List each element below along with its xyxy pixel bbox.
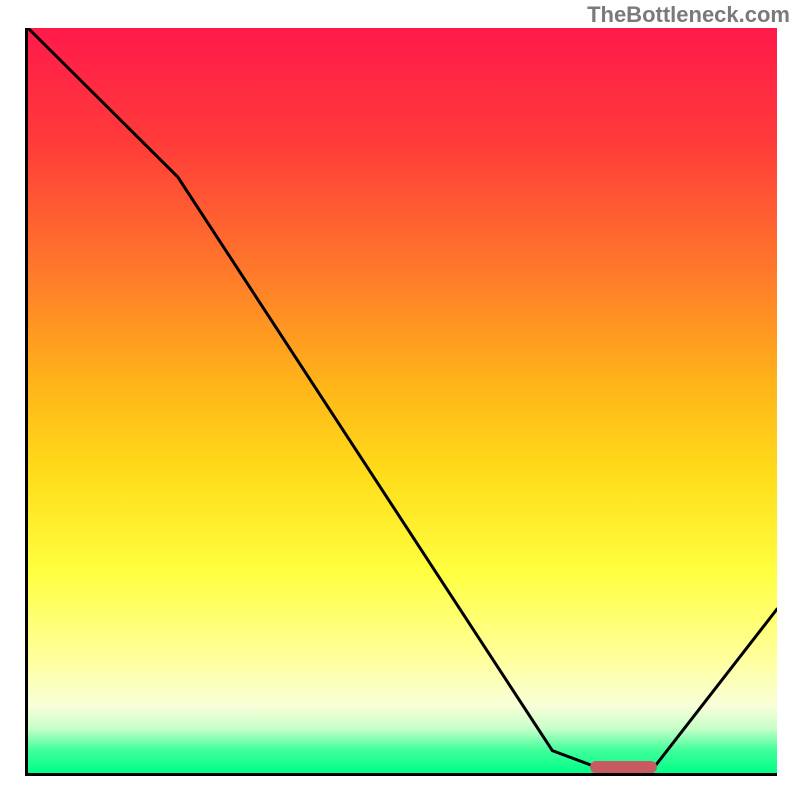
chart-container: TheBottleneck.com [0, 0, 800, 800]
bottleneck-curve [28, 28, 777, 773]
optimal-range-marker [590, 761, 657, 773]
curve-path [28, 28, 777, 773]
plot-area [25, 28, 777, 776]
attribution-text: TheBottleneck.com [587, 2, 790, 28]
